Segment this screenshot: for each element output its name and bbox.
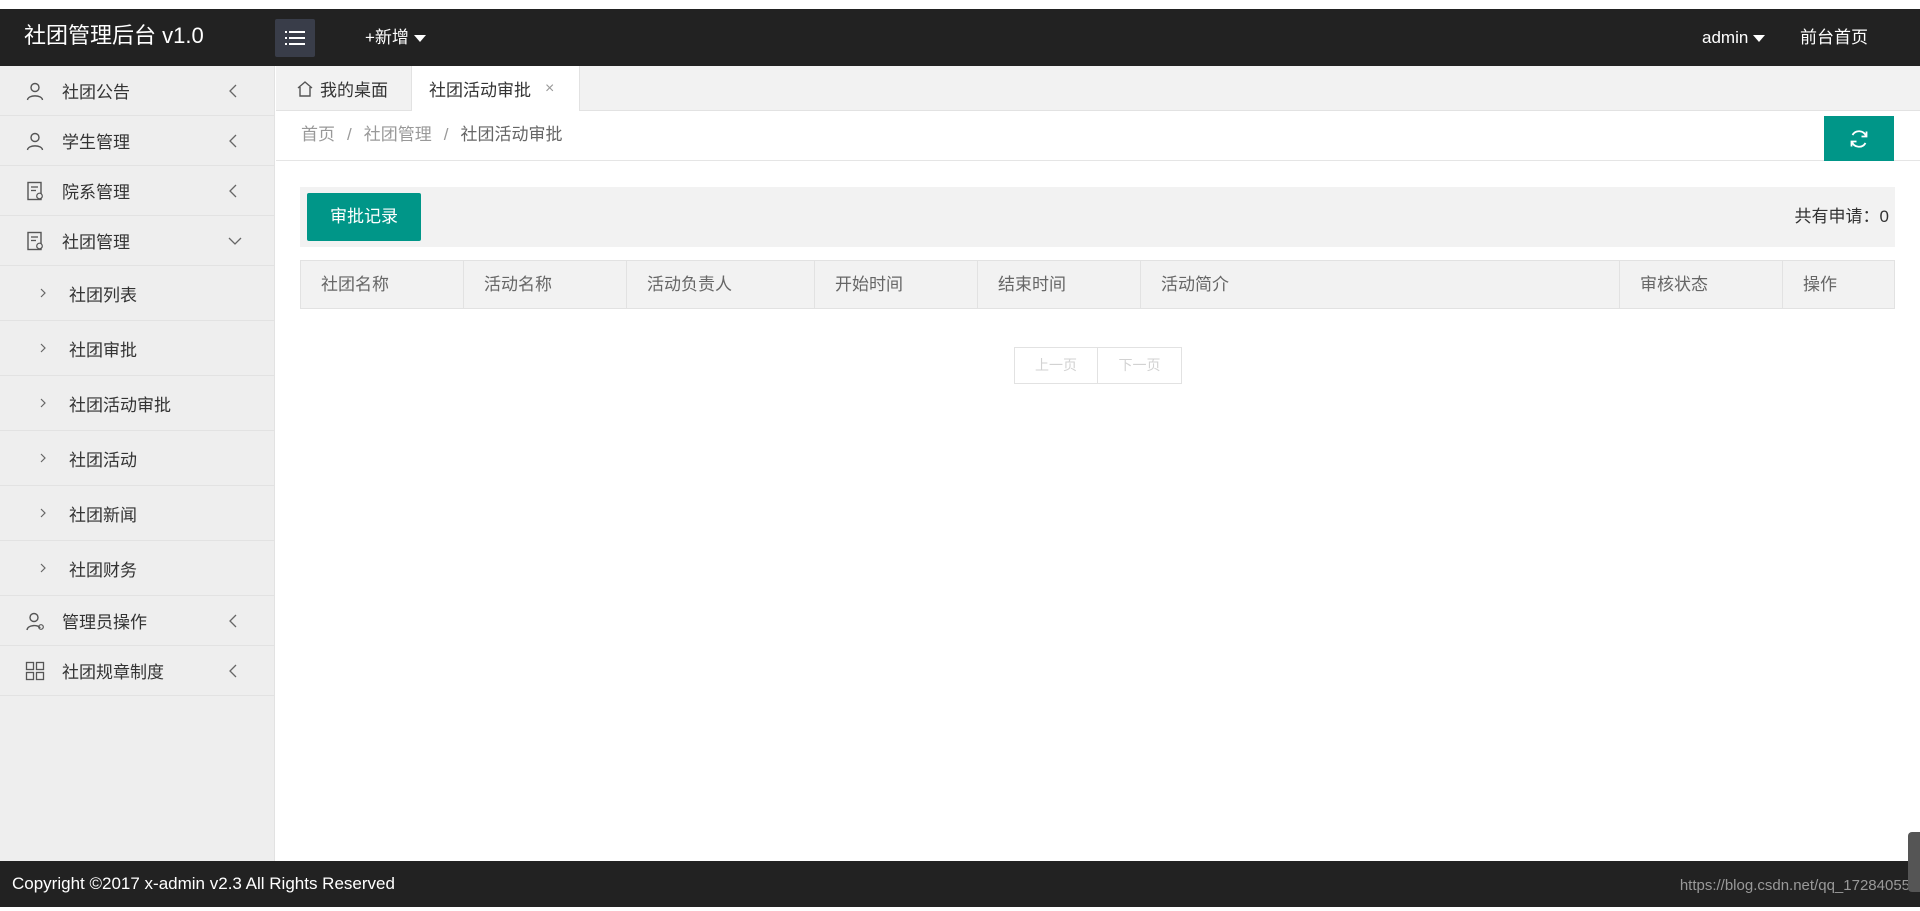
chevron-right-icon [40,453,50,463]
user-name: admin [1702,28,1749,47]
refresh-button[interactable] [1824,116,1894,161]
top-strip [0,0,1920,9]
sidebar-subitem-label: 社团审批 [69,340,137,360]
sidebar-subitem-label: 社团财务 [69,560,137,580]
user-menu[interactable]: admin [1702,9,1766,66]
breadcrumb-home[interactable]: 首页 [301,125,335,144]
sidebar-item-admin-ops[interactable]: 管理员操作 [0,596,274,646]
list-icon [285,31,305,45]
copyright-text: Copyright ©2017 x-admin v2.3 All Rights … [12,874,395,893]
sidebar-item-students[interactable]: 学生管理 [0,116,274,166]
sidebar-item-notices[interactable]: 社团公告 [0,66,274,116]
sidebar-item-label: 学生管理 [62,133,130,152]
tab-desktop[interactable]: 我的桌面 [296,66,388,111]
sidebar-subitem-news[interactable]: 社团新闻 [0,486,274,541]
scroll-handle[interactable] [1908,832,1920,892]
sidebar-subitem-label: 社团列表 [69,285,137,305]
tab-label: 社团活动审批 [429,81,531,100]
home-icon [297,80,313,97]
column-header: 操作 [1803,275,1837,294]
add-new-menu[interactable]: +新增 [365,9,426,66]
chevron-left-icon [228,166,238,216]
chevron-right-icon [40,288,50,298]
sidebar-item-label: 社团公告 [62,83,130,102]
caret-down-icon [413,35,426,43]
sidebar-subitem-activity-approval[interactable]: 社团活动审批 [0,376,274,431]
user-icon [24,130,46,152]
activity-table-header: 社团名称 活动名称 活动负责人 开始时间 结束时间 活动简介 审核状态 操作 [300,260,1895,309]
caret-down-icon [1753,35,1766,43]
total-label: 共有申请： [1794,207,1880,226]
chevron-left-icon [228,646,238,696]
menu-toggle-button[interactable] [275,19,315,57]
grid-icon [24,660,46,682]
close-icon[interactable]: × [545,80,554,98]
footer: Copyright ©2017 x-admin v2.3 All Rights … [0,861,1920,907]
sidebar-subitem-label: 社团新闻 [69,505,137,525]
tab-bar: 我的桌面 社团活动审批 × [276,66,1920,111]
breadcrumb: 首页 / 社团管理 / 社团活动审批 [301,111,562,161]
sidebar-item-departments[interactable]: 院系管理 [0,166,274,216]
chevron-right-icon [40,398,50,408]
column-header: 活动负责人 [627,261,815,308]
column-header: 审核状态 [1620,261,1783,308]
breadcrumb-bar: 首页 / 社团管理 / 社团活动审批 [276,111,1920,161]
column-header: 社团名称 [301,261,464,308]
sidebar-subitem-club-approval[interactable]: 社团审批 [0,321,274,376]
sidebar: 社团公告 学生管理 院系管理 社团管理 社团列表 社团审批 社团活动审批 社团活… [0,66,275,861]
chevron-left-icon [228,596,238,646]
sidebar-subitem-label: 社团活动 [69,450,137,470]
sidebar-item-label: 社团规章制度 [62,663,164,682]
next-page-button[interactable]: 下一页 [1098,348,1181,383]
breadcrumb-separator: / [347,125,352,144]
admin-icon [24,610,46,632]
chevron-down-icon [228,216,242,266]
sidebar-item-label: 管理员操作 [62,613,147,632]
column-header: 开始时间 [815,261,978,308]
tab-label: 我的桌面 [320,81,388,100]
sidebar-subitem-club-list[interactable]: 社团列表 [0,266,274,321]
sidebar-item-label: 社团管理 [62,233,130,252]
document-icon [24,180,46,202]
sidebar-subitem-finance[interactable]: 社团财务 [0,541,274,596]
column-header: 活动简介 [1141,261,1620,308]
approval-records-button[interactable]: 审批记录 [307,193,421,241]
user-icon [24,80,46,102]
sidebar-item-regulations[interactable]: 社团规章制度 [0,646,274,696]
breadcrumb-separator: / [443,125,449,144]
sidebar-subitem-label: 社团活动审批 [69,395,171,415]
sidebar-item-label: 院系管理 [62,183,130,202]
chevron-left-icon [228,116,238,166]
column-header: 结束时间 [978,261,1141,308]
total-count: 0 [1879,207,1889,226]
add-new-label: +新增 [365,28,409,47]
refresh-icon [1850,129,1868,148]
breadcrumb-current: 社团活动审批 [460,125,563,144]
chevron-right-icon [40,508,50,518]
tab-activity-approval[interactable]: 社团活动审批 × [411,66,580,111]
prev-page-button[interactable]: 上一页 [1015,348,1098,383]
sidebar-subitem-activities[interactable]: 社团活动 [0,431,274,486]
chevron-right-icon [40,563,50,573]
chevron-right-icon [40,343,50,353]
watermark-url: https://blog.csdn.net/qq_17284055 [1679,877,1910,894]
toolbar: 审批记录 共有申请：0 [300,187,1895,247]
chevron-left-icon [228,66,238,116]
pagination: 上一页 下一页 [1014,347,1182,384]
app-logo[interactable]: 社团管理后台 v1.0 [24,9,204,66]
sidebar-item-club-management[interactable]: 社团管理 [0,216,274,266]
total-applications: 共有申请：0 [1795,187,1889,247]
breadcrumb-club-management[interactable]: 社团管理 [364,125,432,144]
column-header: 活动名称 [464,261,627,308]
front-home-link[interactable]: 前台首页 [1800,9,1868,66]
document-icon [24,230,46,252]
top-header: 社团管理后台 v1.0 +新增 admin 前台首页 [0,9,1920,66]
